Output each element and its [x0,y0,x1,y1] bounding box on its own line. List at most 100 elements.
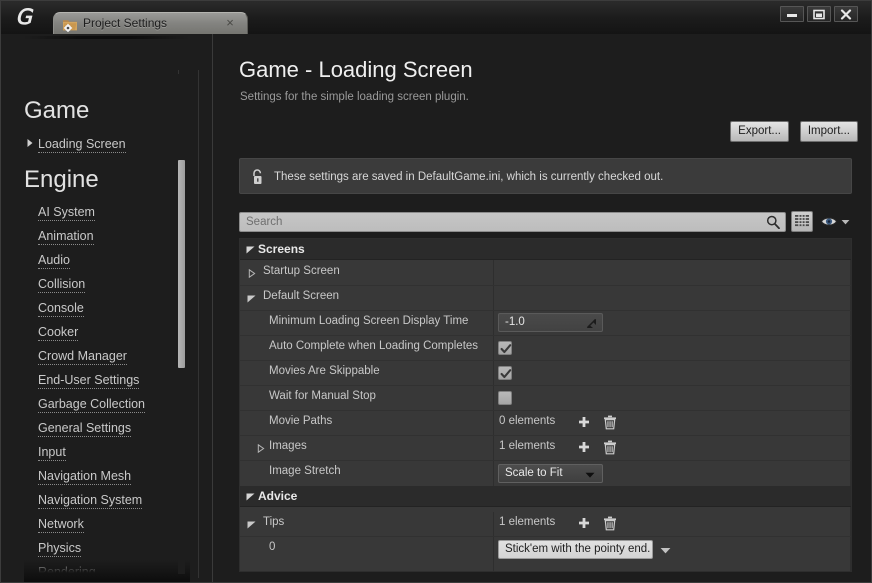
property-label: Image Stretch [269,465,341,477]
dropdown-value: Scale to Fit [505,467,563,479]
banner-text: These settings are saved in DefaultGame.… [274,169,663,185]
search-input[interactable] [246,213,751,231]
sidebar-item-physics[interactable]: Physics [38,541,81,557]
row-expander-collapsed-icon[interactable] [248,269,256,278]
delete-all-elements-icon[interactable] [603,415,617,430]
close-icon [840,9,852,20]
min-display-time-input[interactable]: -1.0 [498,313,603,332]
delete-all-elements-icon[interactable] [603,516,617,531]
sidebar-edge-line [198,70,199,578]
sidebar-item-general-settings[interactable]: General Settings [38,421,131,437]
element-count: 0 elements [499,415,555,427]
grid-view-icon[interactable] [791,211,813,232]
property-label: Startup Screen [263,265,340,277]
delete-all-elements-icon[interactable] [603,440,617,455]
sidebar-scrollbar-thumb[interactable] [178,160,185,368]
input-value: Stick'em with the pointy end. [505,543,650,555]
chevron-down-icon[interactable] [841,219,850,225]
chevron-down-icon [585,472,595,478]
property-row-default-screen[interactable]: Default Screen [240,286,852,310]
tip-text-input[interactable]: Stick'em with the pointy end. [498,540,653,559]
sidebar-item-garbage-collection[interactable]: Garbage Collection [38,397,145,413]
sidebar-group-game: Game [24,97,89,125]
folder-gear-icon [62,17,78,32]
property-row-auto-complete: Auto Complete when Loading Completes [240,336,852,360]
sidebar-item-network[interactable]: Network [38,517,84,533]
settings-sidebar: Game Loading Screen Engine AI System Ani… [2,34,212,582]
section-label: Advice [258,489,297,503]
property-label: Wait for Manual Stop [269,390,376,402]
unlocked-padlock-icon [250,168,267,186]
sidebar-item-audio[interactable]: Audio [38,253,70,269]
add-element-icon[interactable] [577,441,591,455]
section-expander-screens[interactable] [246,246,255,254]
row-expander-expanded-icon[interactable] [247,521,256,529]
sidebar-item-console[interactable]: Console [38,301,84,317]
eye-visibility-icon[interactable] [820,213,838,230]
sidebar-item-input[interactable]: Input [38,445,66,461]
checkmark-icon [500,343,512,355]
export-button[interactable]: Export... [730,121,789,142]
property-row-tip-0: 0 Stick'em with the pointy end. [240,537,852,561]
property-label: Auto Complete when Loading Completes [269,340,478,352]
property-panel: Screens Startup Screen Default Screen [239,238,852,572]
input-value: -1.0 [505,316,525,328]
movies-skippable-checkbox[interactable] [498,366,512,380]
unreal-engine-logo-icon: 𝖦 [9,4,37,30]
sidebar-item-rendering[interactable]: Rendering [38,565,96,581]
property-label: Movie Paths [269,415,332,427]
window-close-button[interactable] [834,6,858,22]
array-index-label: 0 [269,541,275,553]
section-expander-advice[interactable] [246,493,255,501]
window-restore-button[interactable] [807,6,831,22]
project-settings-window: 𝖦 Project Settings × [0,0,872,583]
section-header-advice[interactable]: Advice [240,486,852,507]
row-expander-expanded-icon[interactable] [247,295,256,303]
search-icon[interactable] [766,215,780,229]
sidebar-item-navigation-mesh[interactable]: Navigation Mesh [38,469,131,485]
tab-close-icon[interactable]: × [223,16,237,30]
sidebar-item-animation[interactable]: Animation [38,229,94,245]
property-row-images: Images 1 elements [240,436,852,460]
sidebar-item-navigation-system[interactable]: Navigation System [38,493,142,509]
element-count: 1 elements [499,516,555,528]
sidebar-item-collision[interactable]: Collision [38,277,85,293]
tab-project-settings[interactable]: Project Settings × [53,12,248,34]
sidebar-item-end-user-settings[interactable]: End-User Settings [38,373,139,389]
section-label: Screens [258,242,305,256]
add-element-icon[interactable] [577,416,591,430]
element-count: 1 elements [499,440,555,452]
image-stretch-dropdown[interactable]: Scale to Fit [498,464,603,483]
section-header-screens[interactable]: Screens [240,239,852,260]
sidebar-item-crowd-manager[interactable]: Crowd Manager [38,349,127,365]
import-button[interactable]: Import... [800,121,858,142]
property-label: Images [269,440,307,452]
window-body: Game Loading Screen Engine AI System Ani… [2,34,871,582]
wait-manual-stop-checkbox[interactable] [498,391,512,405]
search-box[interactable] [239,212,786,232]
page-subtitle: Settings for the simple loading screen p… [240,91,469,103]
drag-handle-icon[interactable] [586,318,597,329]
property-label: Movies Are Skippable [269,365,380,377]
sidebar-item-loading-screen[interactable]: Loading Screen [38,137,126,153]
checkmark-icon [500,368,512,380]
minimize-icon [786,9,798,19]
property-row-image-stretch: Image Stretch Scale to Fit [240,461,852,485]
property-label: Tips [263,516,284,528]
sidebar-top-shadow [24,36,189,39]
auto-complete-checkbox[interactable] [498,341,512,355]
property-row-movies-skippable: Movies Are Skippable [240,361,852,385]
sidebar-item-ai-system[interactable]: AI System [38,205,95,221]
property-label: Minimum Loading Screen Display Time [269,315,468,327]
add-element-icon[interactable] [577,517,591,531]
settings-main-panel: Game - Loading Screen Settings for the s… [213,34,871,582]
property-row-movie-paths: Movie Paths 0 elements [240,411,852,435]
property-row-startup-screen[interactable]: Startup Screen [240,261,852,285]
page-title: Game - Loading Screen [239,57,473,83]
restore-icon [813,9,825,20]
tip-dropdown-chevron-icon[interactable] [660,547,671,554]
sidebar-expander-loading-screen[interactable] [26,138,34,148]
window-minimize-button[interactable] [780,6,804,22]
row-expander-collapsed-icon[interactable] [257,444,265,453]
sidebar-item-cooker[interactable]: Cooker [38,325,78,341]
